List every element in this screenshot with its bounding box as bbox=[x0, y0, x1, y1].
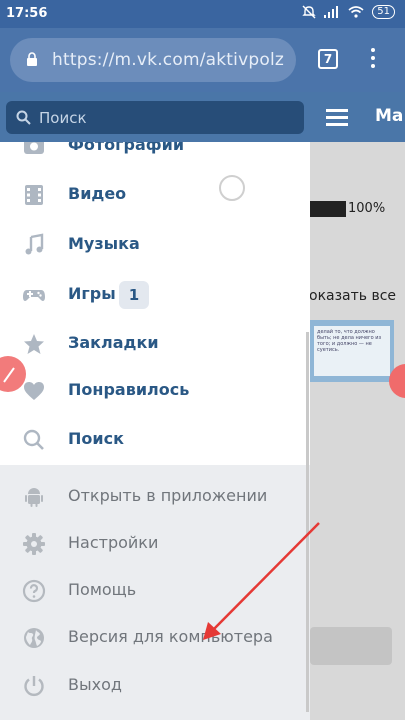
battery-indicator: 51 bbox=[372, 5, 395, 19]
touch-indicator bbox=[219, 175, 245, 201]
status-icons: 51 bbox=[302, 5, 395, 19]
power-icon bbox=[24, 676, 44, 697]
pen-tool-button[interactable] bbox=[0, 356, 26, 392]
menu-item-label: Помощь bbox=[68, 580, 137, 599]
menu-item-label: Выход bbox=[68, 675, 122, 694]
menu-item-liked[interactable]: Понравилось bbox=[0, 367, 310, 415]
star-icon bbox=[24, 334, 44, 354]
menu-item-label: Поиск bbox=[68, 429, 124, 448]
browser-toolbar: https://m.vk.com/aktivpolz 7 bbox=[0, 28, 405, 92]
scrollbar[interactable] bbox=[306, 332, 309, 712]
browser-menu-icon[interactable] bbox=[367, 48, 379, 72]
music-icon bbox=[25, 233, 44, 255]
mute-icon bbox=[302, 5, 316, 19]
search-icon bbox=[23, 429, 44, 450]
menu-item-settings[interactable]: Настройки bbox=[0, 520, 310, 568]
menu-item-label: Игры bbox=[68, 284, 116, 303]
menu-item-video[interactable]: Видео bbox=[0, 171, 310, 219]
menu-item-open-app[interactable]: Открыть в приложении bbox=[0, 473, 310, 521]
pen-icon bbox=[3, 367, 15, 383]
progress-bar bbox=[310, 201, 346, 217]
menu-item-label: Видео bbox=[68, 184, 127, 203]
gear-icon bbox=[23, 533, 45, 555]
background-page: 100% оказать все делай то, что должно бы… bbox=[310, 142, 405, 720]
tab-switcher-button[interactable]: 7 bbox=[318, 49, 338, 69]
menu-item-label: Музыка bbox=[68, 234, 140, 253]
menu-item-music[interactable]: Музыка bbox=[0, 221, 310, 269]
menu-item-desktop-version[interactable]: Версия для компьютера bbox=[0, 614, 310, 662]
search-input[interactable] bbox=[39, 101, 289, 134]
quote-image: делай то, что должно быть; не дела ничег… bbox=[310, 320, 394, 382]
header-title: Ма bbox=[375, 106, 404, 126]
progress-text: 100% bbox=[348, 201, 386, 216]
vk-header: Ма bbox=[0, 92, 405, 142]
background-input-bar bbox=[310, 627, 392, 665]
side-menu: Фотографии Видео Музыка Игры 1 Закладки … bbox=[0, 142, 310, 720]
menu-item-bookmarks[interactable]: Закладки bbox=[0, 320, 310, 368]
status-time: 17:56 bbox=[6, 6, 48, 21]
video-icon bbox=[25, 185, 43, 205]
photo-icon bbox=[24, 142, 44, 154]
menu-item-help[interactable]: Помощь bbox=[0, 567, 310, 615]
menu-item-games[interactable]: Игры 1 bbox=[0, 271, 310, 319]
menu-item-label: Версия для компьютера bbox=[68, 627, 273, 646]
url-text: https://m.vk.com/aktivpolz bbox=[52, 50, 284, 70]
menu-item-label: Понравилось bbox=[68, 380, 190, 399]
menu-item-label: Фотографии bbox=[68, 142, 185, 154]
show-all-link[interactable]: оказать все bbox=[310, 288, 396, 304]
menu-item-label: Закладки bbox=[68, 333, 159, 352]
hamburger-menu-icon[interactable] bbox=[326, 109, 348, 130]
menu-item-search[interactable]: Поиск bbox=[0, 416, 310, 464]
menu-item-label: Открыть в приложении bbox=[68, 486, 268, 505]
quote-image-text: делай то, что должно быть; не дела ничег… bbox=[314, 326, 390, 376]
globe-icon bbox=[24, 628, 44, 648]
secondary-menu: Открыть в приложении Настройки Помощь Ве… bbox=[0, 465, 310, 720]
status-bar: 17:56 51 bbox=[0, 0, 405, 28]
menu-item-label: Настройки bbox=[68, 533, 159, 552]
search-icon bbox=[16, 110, 31, 125]
menu-item-logout[interactable]: Выход bbox=[0, 662, 310, 710]
games-count-badge: 1 bbox=[119, 281, 149, 309]
wifi-icon bbox=[348, 6, 364, 18]
gamepad-icon bbox=[23, 290, 45, 301]
help-icon bbox=[22, 579, 46, 603]
url-bar[interactable]: https://m.vk.com/aktivpolz bbox=[10, 38, 296, 82]
signal-icon bbox=[324, 6, 339, 18]
menu-item-photos[interactable]: Фотографии bbox=[0, 142, 310, 170]
android-icon bbox=[25, 488, 43, 507]
search-box[interactable] bbox=[6, 101, 304, 134]
lock-icon bbox=[27, 52, 37, 66]
